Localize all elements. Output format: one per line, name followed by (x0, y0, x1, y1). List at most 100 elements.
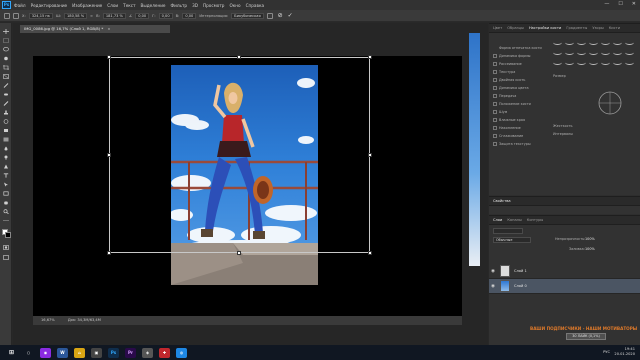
brush-tip-icon[interactable] (601, 60, 610, 65)
opacity-field[interactable]: 100% (585, 237, 595, 241)
tab-channels[interactable]: Каналы (507, 218, 521, 222)
hand-tool-icon[interactable] (3, 200, 9, 205)
zoom-tool-icon[interactable] (3, 209, 9, 214)
search-icon[interactable]: ○ (23, 348, 34, 358)
tab-patterns[interactable]: Узоры (592, 26, 603, 30)
transform-handle-right[interactable] (368, 153, 372, 157)
visibility-eye-icon[interactable]: ◉ (489, 269, 497, 274)
tab-brushes[interactable]: Кисти (609, 26, 620, 30)
brush-tool-icon[interactable] (3, 101, 9, 106)
build-up-checkbox[interactable] (493, 126, 497, 130)
app-icon[interactable]: ✚ (159, 347, 170, 358)
menu-image[interactable]: Изображение (72, 3, 102, 8)
file-explorer-icon[interactable]: ⌂ (74, 347, 85, 358)
clone-stamp-tool-icon[interactable] (3, 110, 9, 115)
gradient-tool-icon[interactable] (3, 137, 9, 142)
close-document-icon[interactable]: × (107, 26, 110, 31)
wet-edges-checkbox[interactable] (493, 118, 497, 122)
texture-checkbox[interactable] (493, 70, 497, 74)
dodge-tool-icon[interactable] (3, 155, 9, 160)
commit-transform-button[interactable]: ✓ (288, 12, 293, 19)
menu-filter[interactable]: Фильтр (171, 3, 188, 8)
menu-edit[interactable]: Редактирование (31, 3, 68, 8)
x-position-field[interactable]: 324,15 пк (28, 12, 53, 19)
transform-handle-bottom-right[interactable] (368, 251, 372, 255)
brush-tip-icon[interactable] (565, 50, 574, 55)
layer-name[interactable]: Слой 1 (514, 269, 527, 273)
brush-tip-icon[interactable] (613, 60, 622, 65)
color-dynamics-checkbox[interactable] (493, 86, 497, 90)
brush-setting-protect-texture[interactable]: Защита текстуры (499, 142, 531, 146)
tab-brush-settings[interactable]: Настройки кисти (529, 26, 561, 30)
media-app-icon[interactable]: ◉ (40, 347, 51, 358)
visibility-eye-icon[interactable]: ◉ (489, 284, 497, 289)
brush-tip-icon[interactable] (601, 50, 610, 55)
history-brush-tool-icon[interactable] (3, 119, 9, 124)
photoshop-taskbar-icon[interactable]: Ps (108, 347, 119, 358)
transform-handle-top-right[interactable] (368, 55, 372, 59)
brush-setting-brush-pose[interactable]: Положение кисти (499, 102, 531, 106)
transform-tool-icon[interactable] (4, 12, 10, 19)
premiere-taskbar-icon[interactable]: Pr (125, 347, 136, 358)
h-skew-field[interactable]: 0,00 (158, 12, 173, 19)
eyedropper-tool-icon[interactable] (3, 83, 9, 88)
protect-texture-checkbox[interactable] (493, 142, 497, 146)
brush-tips-row-3[interactable] (553, 60, 634, 65)
tab-properties[interactable]: Свойства (493, 199, 511, 203)
crop-tool-icon[interactable] (3, 65, 9, 70)
brush-setting-color-dynamics[interactable]: Динамика цвета (499, 86, 529, 90)
rectangle-tool-icon[interactable] (3, 191, 9, 196)
word-app-icon[interactable]: W (57, 347, 68, 358)
brush-setting-build-up[interactable]: Накопление (499, 126, 521, 130)
layer-filter-field[interactable] (493, 228, 523, 234)
maximize-button[interactable]: ☐ (618, 1, 622, 7)
more-tools-icon[interactable] (3, 218, 9, 223)
brush-tip-icon[interactable] (565, 40, 574, 45)
tab-gradients[interactable]: Градиенты (566, 26, 587, 30)
photoshop-logo-icon[interactable]: Ps (2, 1, 11, 9)
brush-setting-transfer[interactable]: Передача (499, 94, 516, 98)
shape-dynamics-checkbox[interactable] (493, 54, 497, 58)
fill-field[interactable]: 100% (585, 247, 595, 251)
type-tool-icon[interactable] (3, 173, 9, 178)
minimize-button[interactable]: — (604, 1, 609, 7)
path-selection-tool-icon[interactable] (3, 182, 9, 187)
brush-tip-icon[interactable] (601, 40, 610, 45)
brush-tip-icon[interactable] (589, 40, 598, 45)
transform-handle-bottom-left[interactable] (107, 251, 111, 255)
frame-tool-icon[interactable] (3, 74, 9, 79)
brush-tip-icon[interactable] (613, 50, 622, 55)
brush-tips-row-1[interactable] (553, 40, 634, 45)
smoothing-checkbox[interactable] (493, 134, 497, 138)
app-icon[interactable]: ◈ (142, 347, 153, 358)
close-window-button[interactable]: ✕ (632, 1, 636, 7)
interpolation-select[interactable]: Бикубическая (231, 12, 264, 19)
zoom-level[interactable]: 16,67% (41, 318, 55, 322)
warp-mode-icon[interactable] (266, 12, 273, 19)
transform-handle-bottom[interactable] (237, 251, 241, 255)
brush-tip-icon[interactable] (553, 50, 562, 55)
v-skew-field[interactable]: 0,00 (182, 12, 197, 19)
marquee-tool-icon[interactable] (3, 38, 9, 43)
dual-brush-checkbox[interactable] (493, 78, 497, 82)
brush-pose-checkbox[interactable] (493, 102, 497, 106)
brush-tip-icon[interactable] (577, 60, 586, 65)
brush-setting-wet-edges[interactable]: Влажные края (499, 118, 525, 122)
transform-handle-left[interactable] (107, 153, 111, 157)
quick-selection-tool-icon[interactable] (3, 56, 9, 61)
cancel-transform-button[interactable]: ⊘ (278, 12, 283, 19)
transform-handle-top[interactable] (237, 55, 241, 59)
brush-tip-icon[interactable] (565, 60, 574, 65)
scattering-checkbox[interactable] (493, 62, 497, 66)
menu-layers[interactable]: Слои (107, 3, 118, 8)
menu-view[interactable]: Просмотр (203, 3, 225, 8)
background-color-swatch[interactable] (5, 232, 11, 238)
screen-mode-icon[interactable] (3, 255, 9, 260)
document-tab[interactable]: IMG_0086.jpg @ 16,7% (Слой 1, RGB/8) * × (20, 25, 170, 33)
brush-tip-icon[interactable] (577, 40, 586, 45)
move-tool-icon[interactable] (3, 29, 9, 34)
menu-help[interactable]: Справка (246, 3, 264, 8)
layer-row[interactable]: ◉ Слой 1 (489, 264, 640, 279)
layer-name[interactable]: Слой 0 (514, 284, 527, 288)
brush-tips-row-2[interactable] (553, 50, 634, 55)
